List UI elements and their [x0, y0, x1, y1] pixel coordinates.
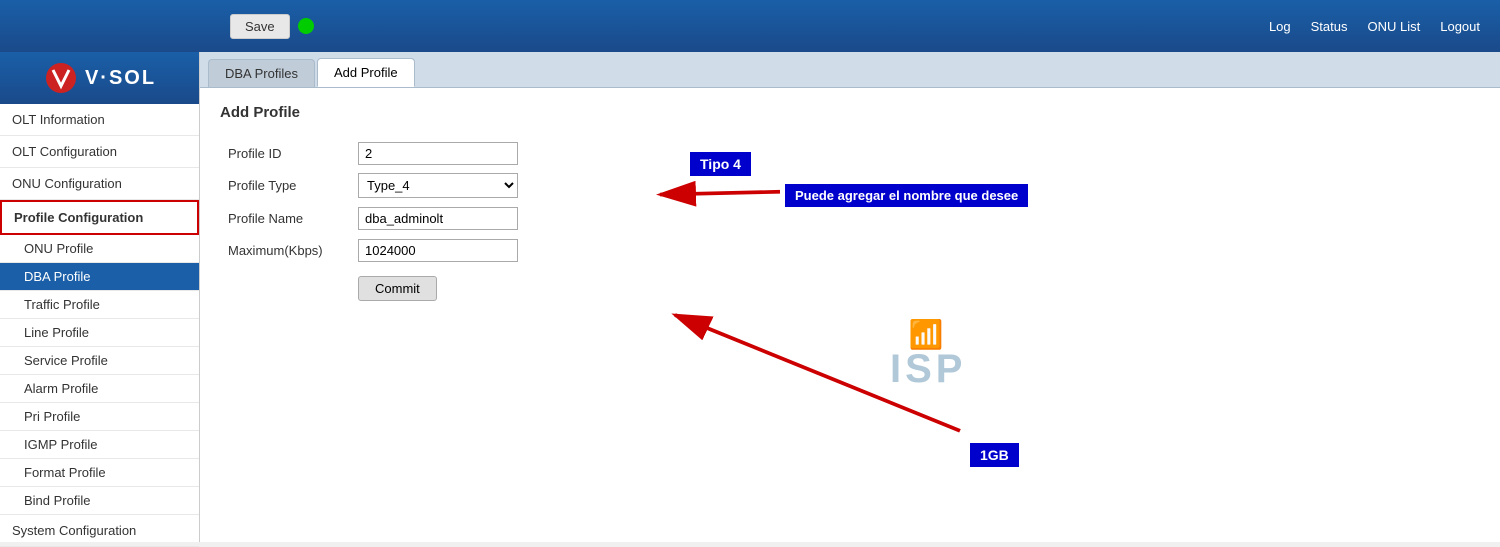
sidebar-item-dba-profile[interactable]: DBA Profile [0, 263, 199, 291]
profile-name-row: Profile Name [220, 202, 526, 234]
vsol-logo-icon [43, 60, 79, 96]
isp-watermark: 📶 ISP [890, 318, 966, 392]
sidebar-item-format-profile[interactable]: Format Profile [0, 459, 199, 487]
maximum-label: Maximum(Kbps) [220, 234, 350, 266]
profile-name-input[interactable] [358, 207, 518, 230]
profile-id-label: Profile ID [220, 137, 350, 169]
sidebar-item-olt-configuration[interactable]: OLT Configuration [0, 136, 199, 168]
maximum-input[interactable] [358, 239, 518, 262]
annotation-1gb: 1GB [970, 443, 1019, 467]
sidebar-item-line-profile[interactable]: Line Profile [0, 319, 199, 347]
log-link[interactable]: Log [1269, 19, 1291, 34]
tab-dba-profiles[interactable]: DBA Profiles [208, 59, 315, 87]
status-link[interactable]: Status [1311, 19, 1348, 34]
tab-add-profile[interactable]: Add Profile [317, 58, 415, 87]
page-title: Add Profile [220, 104, 1480, 121]
status-indicator [298, 18, 314, 34]
header: Save Log Status ONU List Logout [0, 0, 1500, 52]
sidebar-item-service-profile[interactable]: Service Profile [0, 347, 199, 375]
profile-type-cell: Type_1 Type_2 Type_3 Type_4 Type_5 [350, 169, 526, 202]
sidebar-item-system-configuration[interactable]: System Configuration [0, 515, 199, 547]
sidebar-item-pri-profile[interactable]: Pri Profile [0, 403, 199, 431]
sidebar-item-onu-configuration[interactable]: ONU Configuration [0, 168, 199, 200]
sidebar: V·SOL OLT Information OLT Configuration … [0, 52, 200, 542]
header-save-area: Save [230, 14, 314, 39]
maximum-row: Maximum(Kbps) [220, 234, 526, 266]
isp-text: ISP [890, 347, 966, 392]
sidebar-item-olt-information[interactable]: OLT Information [0, 104, 199, 136]
profile-name-label: Profile Name [220, 202, 350, 234]
sidebar-item-profile-configuration[interactable]: Profile Configuration [0, 200, 199, 235]
sidebar-item-bind-profile[interactable]: Bind Profile [0, 487, 199, 515]
sidebar-item-alarm-profile[interactable]: Alarm Profile [0, 375, 199, 403]
form-table: Profile ID Profile Type Type_1 Type_2 Ty… [220, 137, 526, 305]
header-nav: Log Status ONU List Logout [1269, 19, 1480, 34]
profile-type-row: Profile Type Type_1 Type_2 Type_3 Type_4… [220, 169, 526, 202]
commit-cell: Commit [350, 266, 526, 305]
profile-id-row: Profile ID [220, 137, 526, 169]
profile-name-cell [350, 202, 526, 234]
profile-type-select[interactable]: Type_1 Type_2 Type_3 Type_4 Type_5 [358, 173, 518, 198]
profile-type-label: Profile Type [220, 169, 350, 202]
content-area: Add Profile Profile ID Profile Type Type… [200, 88, 1500, 542]
maximum-cell [350, 234, 526, 266]
commit-empty [220, 266, 350, 305]
profile-id-cell [350, 137, 526, 169]
sidebar-item-onu-profile[interactable]: ONU Profile [0, 235, 199, 263]
layout: V·SOL OLT Information OLT Configuration … [0, 52, 1500, 542]
tabs-bar: DBA Profiles Add Profile [200, 52, 1500, 88]
commit-row: Commit [220, 266, 526, 305]
wifi-icon: 📶 [909, 318, 948, 351]
profile-id-input[interactable] [358, 142, 518, 165]
logout-link[interactable]: Logout [1440, 19, 1480, 34]
sidebar-item-igmp-profile[interactable]: IGMP Profile [0, 431, 199, 459]
save-button[interactable]: Save [230, 14, 290, 39]
logo-text: V·SOL [85, 67, 156, 90]
annotation-tipo4: Tipo 4 [690, 152, 751, 176]
main-content: DBA Profiles Add Profile Add Profile Pro… [200, 52, 1500, 542]
logo-area: V·SOL [0, 52, 199, 104]
sidebar-item-traffic-profile[interactable]: Traffic Profile [0, 291, 199, 319]
onu-list-link[interactable]: ONU List [1368, 19, 1421, 34]
annotation-nombre: Puede agregar el nombre que desee [785, 184, 1028, 207]
commit-button[interactable]: Commit [358, 276, 437, 301]
